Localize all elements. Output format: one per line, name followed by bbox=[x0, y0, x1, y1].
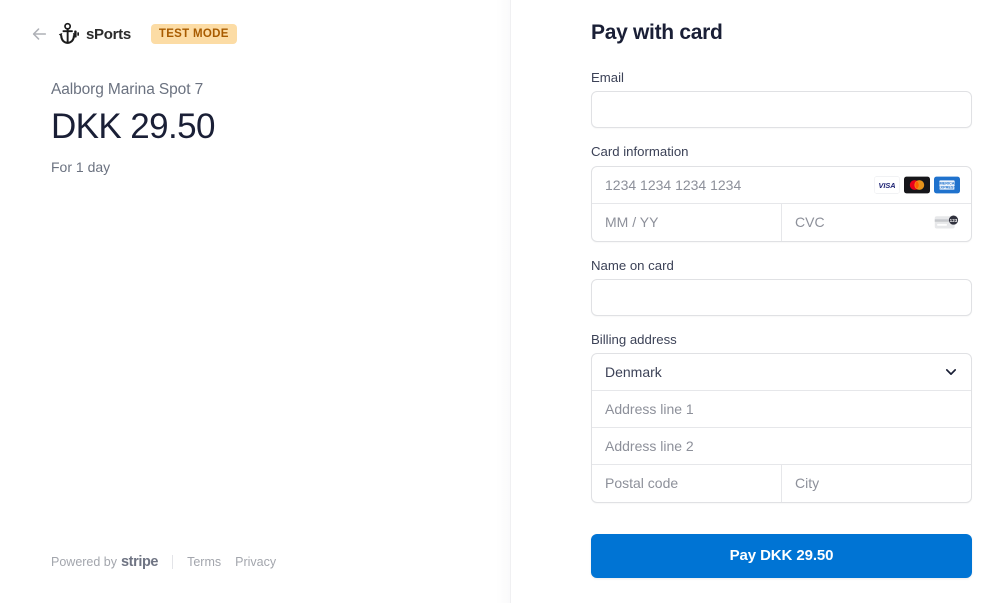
card-field-group: Card information 1234 1234 1234 1234 VIS… bbox=[591, 143, 972, 242]
footer: Powered by stripe Terms Privacy bbox=[51, 554, 276, 570]
billing-address-box: Denmark Address line 1 Address line 2 Po… bbox=[591, 352, 972, 503]
email-input[interactable] bbox=[591, 91, 972, 129]
card-information-box: 1234 1234 1234 1234 VISA AMERICAN EXPRES… bbox=[591, 165, 972, 242]
address-line2-placeholder: Address line 2 bbox=[605, 437, 694, 454]
billing-address-label: Billing address bbox=[591, 331, 677, 347]
card-number-row: 1234 1234 1234 1234 VISA AMERICAN EXPRES… bbox=[592, 167, 971, 204]
anchor-icon bbox=[58, 22, 79, 44]
name-on-card-input[interactable] bbox=[591, 278, 972, 316]
pay-button[interactable]: Pay DKK 29.50 bbox=[591, 533, 972, 578]
cvc-card-icon: 123 bbox=[934, 215, 959, 229]
checkout-page: sPorts TEST MODE Aalborg Marina Spot 7 D… bbox=[0, 0, 1003, 603]
country-value: Denmark bbox=[605, 363, 662, 380]
powered-by-stripe[interactable]: Powered by stripe bbox=[51, 554, 159, 570]
address-line2-input[interactable]: Address line 2 bbox=[592, 428, 971, 464]
country-row: Denmark bbox=[592, 354, 971, 391]
city-input[interactable]: City bbox=[781, 464, 971, 502]
mastercard-icon bbox=[904, 176, 930, 194]
terms-link[interactable]: Terms bbox=[187, 555, 221, 569]
card-cvc-placeholder: CVC bbox=[795, 214, 825, 231]
billing-address-group: Billing address Denmark Address line 1 A… bbox=[591, 331, 972, 503]
merchant-logo-text: sPorts bbox=[86, 25, 131, 43]
address-line1-row: Address line 1 bbox=[592, 391, 971, 428]
svg-text:EXPRESS: EXPRESS bbox=[938, 185, 956, 189]
name-on-card-group: Name on card bbox=[591, 257, 972, 316]
card-expiry-input[interactable]: MM / YY bbox=[592, 204, 781, 241]
card-expiry-cvc-row: MM / YY CVC 123 bbox=[592, 203, 971, 241]
product-summary: Aalborg Marina Spot 7 DKK 29.50 For 1 da… bbox=[51, 80, 215, 176]
amex-icon: AMERICAN EXPRESS bbox=[934, 176, 960, 194]
svg-text:123: 123 bbox=[950, 218, 958, 223]
chevron-down-icon bbox=[945, 368, 957, 375]
footer-divider bbox=[172, 555, 174, 569]
order-summary-panel: sPorts TEST MODE Aalborg Marina Spot 7 D… bbox=[0, 0, 511, 603]
email-label: Email bbox=[591, 70, 624, 86]
card-brand-icons: VISA AMERICAN EXPRESS bbox=[874, 176, 960, 194]
product-name: Aalborg Marina Spot 7 bbox=[51, 81, 204, 98]
back-arrow-icon[interactable] bbox=[28, 23, 50, 45]
stripe-wordmark: stripe bbox=[121, 554, 159, 570]
card-number-input[interactable]: 1234 1234 1234 1234 VISA AMERICAN EXPRES… bbox=[592, 167, 971, 203]
payment-form-panel: Pay with card Email Card information 123… bbox=[511, 0, 1003, 603]
postal-code-placeholder: Postal code bbox=[605, 475, 679, 492]
page-title: Pay with card bbox=[591, 21, 723, 44]
payment-form: Pay with card Email Card information 123… bbox=[591, 19, 972, 578]
country-select[interactable]: Denmark bbox=[592, 354, 971, 390]
merchant-header: sPorts TEST MODE bbox=[28, 22, 237, 46]
privacy-link[interactable]: Privacy bbox=[235, 555, 276, 569]
postal-code-input[interactable]: Postal code bbox=[592, 465, 781, 502]
card-information-label: Card information bbox=[591, 144, 689, 160]
card-cvc-input[interactable]: CVC 123 bbox=[781, 203, 971, 241]
product-interval: For 1 day bbox=[51, 158, 111, 175]
merchant-logo[interactable]: sPorts bbox=[58, 22, 131, 46]
city-placeholder: City bbox=[795, 475, 820, 492]
powered-by-label: Powered by bbox=[51, 555, 118, 569]
email-field-group: Email bbox=[591, 69, 972, 129]
address-line1-placeholder: Address line 1 bbox=[605, 400, 694, 417]
product-amount: DKK 29.50 bbox=[51, 107, 215, 147]
name-on-card-label: Name on card bbox=[591, 257, 674, 273]
card-number-placeholder: 1234 1234 1234 1234 bbox=[605, 176, 742, 193]
card-expiry-placeholder: MM / YY bbox=[605, 214, 659, 231]
address-line1-input[interactable]: Address line 1 bbox=[592, 391, 971, 427]
visa-icon: VISA bbox=[874, 176, 900, 194]
test-mode-badge: TEST MODE bbox=[150, 23, 237, 45]
postal-city-row: Postal code City bbox=[592, 464, 971, 502]
svg-text:VISA: VISA bbox=[878, 181, 895, 190]
address-line2-row: Address line 2 bbox=[592, 428, 971, 465]
